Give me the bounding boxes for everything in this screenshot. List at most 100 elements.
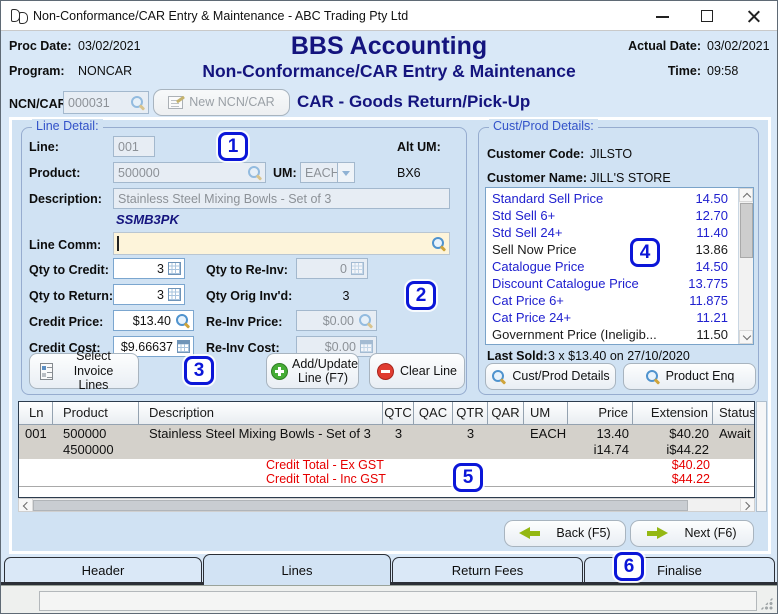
list-item[interactable]: Catalogue Price 14.50	[486, 258, 738, 275]
cust-prod-details-button[interactable]: Cust/Prod Details	[485, 363, 616, 390]
resize-grip[interactable]	[760, 597, 773, 610]
price-search-icon	[358, 313, 373, 328]
app-icon	[11, 8, 28, 24]
credit-totals: Credit Total - Ex GST $40.20 Credit Tota…	[19, 458, 754, 487]
product-code: SSMB3PK	[116, 212, 179, 227]
title-bar[interactable]: Non-Conformance/CAR Entry & Maintenance …	[1, 1, 777, 31]
description-field[interactable]: Stainless Steel Mixing Bowls - Set of 3	[113, 188, 450, 209]
scroll-down-icon[interactable]	[739, 330, 753, 344]
add-update-line-button[interactable]: Add/Update Line (F7)	[266, 353, 359, 389]
qty-grid-icon[interactable]	[168, 262, 181, 275]
list-item[interactable]: Cat Price 24+ 11.21	[486, 309, 738, 326]
app-window: Non-Conformance/CAR Entry & Maintenance …	[0, 0, 778, 614]
arrow-right-icon	[647, 527, 669, 540]
last-sold-label: Last Sold:	[487, 349, 548, 363]
clear-line-button[interactable]: Clear Line	[369, 353, 465, 389]
window-title: Non-Conformance/CAR Entry & Maintenance …	[33, 9, 409, 23]
product-search-icon[interactable]	[247, 165, 262, 180]
scroll-right-icon[interactable]	[740, 499, 754, 511]
qty-grid-icon[interactable]	[168, 288, 181, 301]
col-header-qtr[interactable]: QTR	[453, 402, 488, 424]
tab-finalise[interactable]: Finalise	[584, 557, 775, 582]
list-item[interactable]: Standard Sell Price 14.50	[486, 190, 738, 207]
line-label: Line:	[29, 140, 59, 154]
annotation-badge-1: 1	[218, 132, 248, 161]
qty-to-reinv-field[interactable]: 0	[296, 258, 368, 279]
credit-price-field[interactable]: $13.40	[113, 310, 194, 331]
col-header-qar[interactable]: QAR	[488, 402, 524, 424]
annotation-badge-6: 6	[614, 552, 644, 581]
tab-header[interactable]: Header	[4, 557, 202, 582]
chevron-down-icon[interactable]	[337, 163, 354, 182]
time-value: 09:58	[707, 64, 739, 78]
next-button[interactable]: Next (F6)	[630, 520, 754, 547]
table-header[interactable]: Ln Product Description QTC QAC QTR QAR U…	[19, 402, 754, 425]
reinv-cost-label: Re-Inv Cost:	[206, 341, 280, 355]
list-item[interactable]: Government Price (Ineligib... 11.50	[486, 326, 738, 343]
scrollbar-thumb[interactable]	[33, 499, 688, 511]
status-message-field	[39, 591, 757, 611]
col-header-price[interactable]: Price	[568, 402, 633, 424]
list-item[interactable]: Cat Price 6+ 11.875	[486, 292, 738, 309]
price-list: Standard Sell Price 14.50 Std Sell 6+ 12.7…	[486, 188, 738, 344]
qty-to-return-field[interactable]: 3	[113, 284, 185, 305]
col-header-status[interactable]: Status	[713, 402, 754, 424]
col-header-um[interactable]: UM	[524, 402, 568, 424]
col-header-qac[interactable]: QAC	[414, 402, 453, 424]
main-panel: Line Detail: Line: 001 Alt UM: Product: …	[9, 117, 771, 554]
line-comm-field[interactable]	[113, 232, 450, 255]
cust-prod-legend: Cust/Prod Details:	[489, 119, 598, 133]
time-label: Time:	[667, 64, 701, 78]
close-button[interactable]	[731, 1, 776, 31]
new-ncn-car-button[interactable]: New NCN/CAR	[153, 89, 290, 116]
scrollbar-thumb[interactable]	[739, 203, 753, 258]
tab-return-fees[interactable]: Return Fees	[392, 557, 583, 582]
select-invoice-lines-button[interactable]: Select Invoice Lines	[29, 349, 139, 392]
col-header-extension[interactable]: Extension	[633, 402, 713, 424]
minimize-button[interactable]	[640, 1, 685, 31]
reinv-price-field[interactable]: $0.00	[296, 310, 377, 331]
price-list-scrollbar[interactable]	[738, 188, 753, 344]
actual-date-value: 03/02/2021	[707, 39, 770, 53]
price-search-icon[interactable]	[175, 313, 190, 328]
list-item[interactable]: Std Sell 6+ 12.70	[486, 207, 738, 224]
col-header-ln[interactable]: Ln	[19, 402, 53, 424]
tab-lines[interactable]: Lines	[203, 554, 391, 585]
product-field[interactable]: 500000	[113, 162, 266, 183]
list-item[interactable]: Sell Now Price 13.86	[486, 241, 738, 258]
minimize-icon	[656, 16, 669, 18]
qty-to-credit-field[interactable]: 3	[113, 258, 185, 279]
scroll-left-icon[interactable]	[19, 499, 33, 511]
ncn-car-field[interactable]: 000031	[63, 91, 149, 114]
um-select[interactable]: EACH	[300, 162, 355, 183]
col-header-product[interactable]: Product	[53, 402, 139, 424]
back-button[interactable]: Back (F5)	[504, 520, 626, 547]
table-vertical-scrollbar[interactable]	[756, 401, 767, 512]
line-field[interactable]: 001	[113, 136, 155, 157]
list-item[interactable]: Std Sell 24+ 11.40	[486, 224, 738, 241]
status-bar	[1, 585, 777, 613]
qty-grid-icon	[351, 262, 364, 275]
product-enq-button[interactable]: Product Enq	[623, 363, 756, 390]
search-icon[interactable]	[130, 95, 145, 110]
maximize-icon	[701, 10, 713, 22]
maximize-button[interactable]	[685, 1, 730, 31]
total-row: Credit Total - Ex GST $40.20	[266, 458, 710, 472]
list-item[interactable]: Discount Catalogue Price 13.775	[486, 275, 738, 292]
table-row[interactable]: 001 500000 4500000 Stainless Steel Mixing…	[19, 425, 754, 459]
calculator-icon[interactable]	[177, 340, 190, 353]
comment-search-icon[interactable]	[431, 236, 446, 251]
col-header-description[interactable]: Description	[139, 402, 383, 424]
col-header-qtc[interactable]: QTC	[383, 402, 414, 424]
annotation-badge-2: 2	[406, 281, 436, 310]
line-comm-label: Line Comm:	[29, 238, 102, 252]
description-label: Description:	[29, 192, 102, 206]
arrow-left-icon	[519, 527, 541, 540]
reinv-price-label: Re-Inv Price:	[206, 315, 283, 329]
qty-to-credit-label: Qty to Credit:	[29, 263, 109, 277]
scroll-up-icon[interactable]	[739, 188, 753, 202]
table-horizontal-scrollbar[interactable]	[18, 498, 755, 512]
customer-name-label: Customer Name:	[487, 171, 588, 185]
search-icon	[491, 369, 506, 384]
qty-orig-value: 3	[342, 289, 350, 303]
